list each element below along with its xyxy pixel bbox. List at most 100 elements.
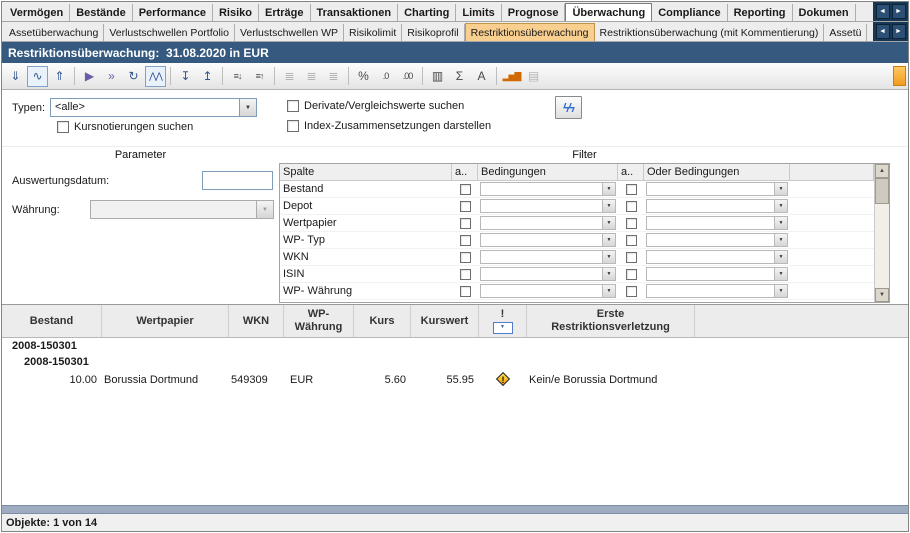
refresh-icon[interactable]: ↻ [123,66,144,87]
move-down-icon[interactable]: ↧ [175,66,196,87]
filter-and-checkbox[interactable] [460,218,471,229]
chevron-down-icon[interactable]: ▼ [774,234,787,246]
tab-ertraege[interactable]: Erträge [259,4,311,21]
subtab-restriktionsueberwachung[interactable]: Restriktionsüberwachung [465,23,595,42]
condition-combobox[interactable]: ▼ [480,233,616,247]
tab-scroll-right-icon[interactable]: ► [892,4,906,19]
tab-limits[interactable]: Limits [456,4,501,21]
chevron-down-icon[interactable]: ▼ [774,285,787,297]
or-condition-combobox[interactable]: ▼ [646,267,788,281]
sum-icon[interactable]: Σ [449,66,470,87]
filter-and-checkbox[interactable] [460,235,471,246]
filter-and-checkbox[interactable] [460,252,471,263]
subtab-verlustschwellen-wp[interactable]: Verlustschwellen WP [235,24,344,41]
condition-combobox[interactable]: ▼ [480,267,616,281]
column-header-kurswert[interactable]: Kurswert [411,305,479,337]
tab-bestaende[interactable]: Bestände [70,4,133,21]
chevron-down-icon[interactable]: ▼ [239,99,256,116]
chevron-down-icon[interactable]: ▼ [774,268,787,280]
tab-scroll-left-icon[interactable]: ◄ [876,24,890,39]
filter-or-checkbox[interactable] [626,184,637,195]
subtab-risikolimit[interactable]: Risikolimit [344,24,402,41]
chevron-down-icon[interactable]: ▼ [774,183,787,195]
filter-or-checkbox[interactable] [626,218,637,229]
tab-dokumente[interactable]: Dokumen [793,4,856,21]
tab-scroll-left-icon[interactable]: ◄ [876,4,890,19]
or-condition-combobox[interactable]: ▼ [646,233,788,247]
column-header-wp-waehrung[interactable]: WP- Währung [284,305,354,337]
sort-descending-icon[interactable]: ≡↑ [249,66,270,87]
filter-or-checkbox[interactable] [626,286,637,297]
column-header-wkn[interactable]: WKN [229,305,284,337]
tab-transaktionen[interactable]: Transaktionen [311,4,399,21]
step-forward-icon[interactable]: ▶ [79,66,100,87]
align-left-icon[interactable]: ≣ [279,66,300,87]
group-row[interactable]: 2008-150301 [2,338,908,354]
font-icon[interactable]: A [471,66,492,87]
execute-search-button[interactable]: ϟϟ [555,96,582,119]
chevron-down-icon[interactable]: ▼ [602,268,615,280]
chevron-down-icon[interactable]: ▼ [256,201,273,218]
column-header-alert[interactable]: ! ▼ [479,305,527,337]
group-row[interactable]: 2008-150301 [2,354,908,370]
chevron-down-icon[interactable]: ▼ [602,200,615,212]
chevron-down-icon[interactable]: ▼ [774,217,787,229]
filter-or-checkbox[interactable] [626,201,637,212]
subtab-restriktionsueberwachung-kommentierung[interactable]: Restriktionsüberwachung (mit Kommentieru… [595,24,825,41]
percent-format-icon[interactable]: % [353,66,374,87]
condition-combobox[interactable]: ▼ [480,250,616,264]
result-row[interactable]: 10.00 Borussia Dortmund 549309 EUR 5.60 … [2,370,908,389]
chevron-down-icon[interactable]: ▼ [774,251,787,263]
filter-scrollbar[interactable]: ▲ ▼ [874,164,889,302]
column-header-kurs[interactable]: Kurs [354,305,411,337]
filter-or-checkbox[interactable] [626,252,637,263]
or-condition-combobox[interactable]: ▼ [646,250,788,264]
derivate-checkbox[interactable] [287,100,299,112]
export-data-icon[interactable]: ⇑ [49,66,70,87]
columns-icon[interactable]: ▥ [427,66,448,87]
filter-and-checkbox[interactable] [460,184,471,195]
kursnotierungen-checkbox[interactable] [57,121,69,133]
move-up-icon[interactable]: ↥ [197,66,218,87]
condition-combobox[interactable]: ▼ [480,182,616,196]
tab-risiko[interactable]: Risiko [213,4,259,21]
scroll-thumb[interactable] [875,178,889,204]
column-header-bestand[interactable]: Bestand [2,305,102,337]
scroll-down-icon[interactable]: ▼ [875,288,889,302]
decimal-increase-icon[interactable]: .0 [375,66,396,87]
horizontal-splitter[interactable] [2,505,908,514]
or-condition-combobox[interactable]: ▼ [646,199,788,213]
or-condition-combobox[interactable]: ▼ [646,182,788,196]
tab-performance[interactable]: Performance [133,4,213,21]
bar-chart-icon[interactable]: ▂▅▇ [501,66,522,87]
tab-ueberwachung[interactable]: Überwachung [565,3,652,22]
chevron-down-icon[interactable]: ▼ [602,217,615,229]
peaks-filter-icon[interactable]: ⋀⋀ [145,66,166,87]
chevron-down-icon[interactable]: ▼ [774,200,787,212]
waehrung-combobox[interactable]: ▼ [90,200,274,219]
tab-charting[interactable]: Charting [398,4,456,21]
typen-combobox[interactable]: <alle> ▼ [50,98,257,117]
column-header-erste-restriktionsverletzung[interactable]: Erste Restriktionsverletzung [527,305,695,337]
or-condition-combobox[interactable]: ▼ [646,284,788,298]
scroll-up-icon[interactable]: ▲ [875,164,889,178]
import-data-icon[interactable]: ⇓ [5,66,26,87]
scroll-track[interactable] [875,204,889,288]
subtab-risikoprofil[interactable]: Risikoprofil [402,24,464,41]
toolbar-overflow-button[interactable] [893,66,906,86]
chevron-down-icon[interactable]: ▼ [602,285,615,297]
condition-combobox[interactable]: ▼ [480,199,616,213]
auswertungsdatum-input[interactable] [202,171,273,190]
condition-combobox[interactable]: ▼ [480,216,616,230]
subtab-assetueberwachung-2[interactable]: Assetü [824,24,867,41]
tab-prognose[interactable]: Prognose [502,4,566,21]
align-right-icon[interactable]: ≣ [323,66,344,87]
chevron-down-icon[interactable]: ▼ [602,251,615,263]
subtab-verlustschwellen-portfolio[interactable]: Verlustschwellen Portfolio [104,24,235,41]
condition-combobox[interactable]: ▼ [480,284,616,298]
chevron-down-icon[interactable]: ▼ [602,234,615,246]
tab-reporting[interactable]: Reporting [728,4,793,21]
chart-view-icon[interactable]: ∿ [27,66,48,87]
index-checkbox[interactable] [287,120,299,132]
sort-ascending-icon[interactable]: ≡↓ [227,66,248,87]
